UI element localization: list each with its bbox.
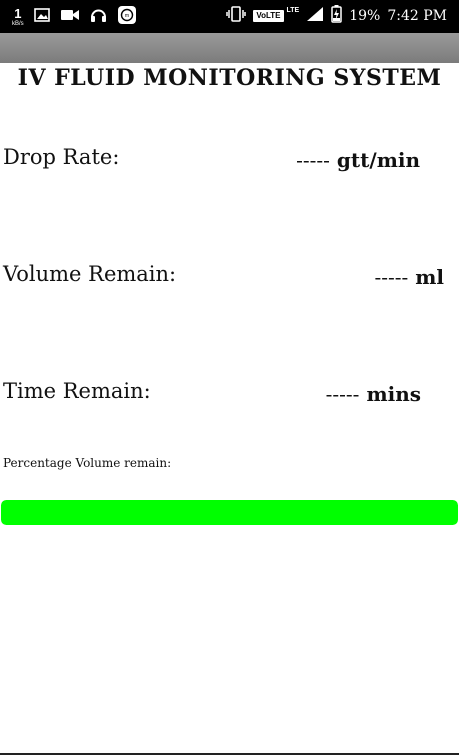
time-remain-label: Time Remain: (3, 379, 151, 403)
network-speed-indicator: 1 kB/s (12, 7, 24, 27)
status-bar: 1 kB/s m VoLTE LTE 19% 7:42 PM (0, 0, 459, 33)
volume-remain-value: ----- ml (374, 265, 444, 289)
percentage-volume-label: Percentage Volume remain: (3, 456, 172, 470)
time-remain-reading: ----- (325, 382, 360, 406)
vibrate-icon (226, 5, 247, 27)
battery-percent: 19% (349, 8, 381, 24)
video-camera-icon (60, 8, 80, 27)
action-bar (0, 33, 459, 63)
signal-icon (306, 6, 324, 27)
drop-rate-value: ----- gtt/min (296, 148, 420, 172)
drop-rate-reading: ----- (296, 148, 330, 172)
svg-text:m: m (125, 13, 129, 19)
drop-rate-label: Drop Rate: (3, 145, 120, 169)
headphones-icon (90, 7, 107, 28)
drop-rate-unit: gtt/min (336, 148, 420, 172)
time-remain-unit: mins (366, 382, 421, 406)
volume-progress-bar (1, 500, 458, 525)
gallery-icon (33, 7, 50, 27)
app-notification-icon: m (117, 5, 137, 30)
page-title: IV FLUID MONITORING SYSTEM (17, 65, 442, 91)
clock: 7:42 PM (387, 8, 447, 24)
volte-icon: VoLTE (253, 10, 284, 22)
status-bar-right: VoLTE LTE 19% 7:42 PM (226, 4, 447, 28)
status-bar-left: 1 kB/s m (12, 5, 137, 30)
time-remain-value: ----- mins (326, 382, 421, 406)
volume-remain-label: Volume Remain: (3, 262, 177, 286)
volume-remain-unit: ml (415, 265, 444, 289)
battery-charging-icon (331, 4, 342, 28)
volume-remain-reading: ----- (374, 265, 409, 289)
volume-progress-fill (1, 500, 458, 525)
network-speed-unit: kB/s (12, 21, 24, 27)
network-speed-value: 1 (14, 6, 22, 21)
lte-label: LTE (286, 7, 300, 14)
